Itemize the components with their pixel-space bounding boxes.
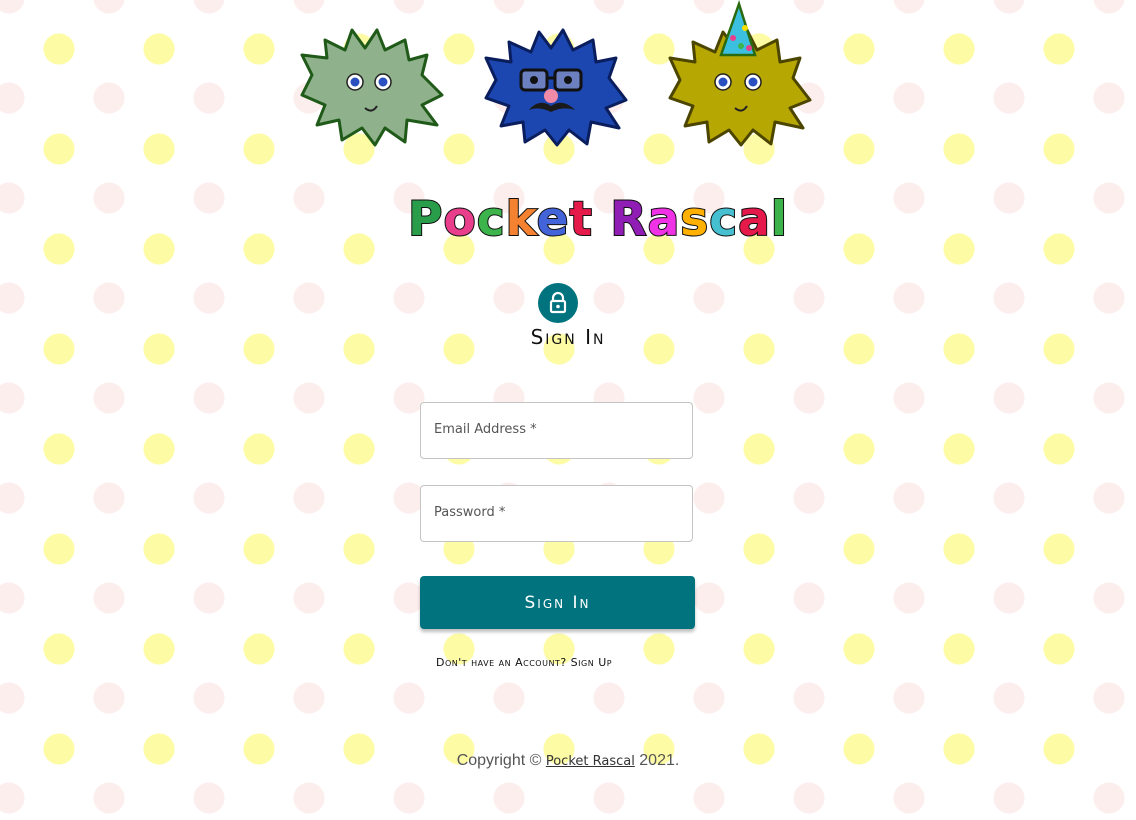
email-field[interactable]: Email Address *: [420, 402, 693, 459]
logo-letter: c: [476, 191, 506, 248]
copyright-suffix: 2021.: [634, 752, 680, 769]
blue-monster-mascot: [481, 0, 631, 150]
copyright-footer: Copyright © Pocket Rascal 2021.: [0, 752, 1136, 770]
lock-icon: [538, 283, 578, 323]
footer-pocket-rascal-link[interactable]: Pocket Rascal: [546, 754, 635, 769]
pocket-rascal-logo: Pocket Rascal: [407, 188, 788, 252]
sign-up-link[interactable]: Don't have an Account? Sign Up: [436, 656, 612, 669]
email-input[interactable]: [421, 403, 692, 458]
logo-letter: c: [708, 191, 739, 248]
logo-letter: [593, 192, 610, 247]
logo-letter: P: [407, 191, 444, 248]
green-monster-mascot: [297, 0, 447, 150]
password-input[interactable]: [421, 486, 692, 541]
logo-letter: R: [609, 191, 648, 248]
sign-in-title: Sign In: [530, 325, 606, 349]
logo-letter: t: [568, 191, 593, 248]
sign-in-button[interactable]: Sign In: [420, 576, 695, 629]
logo-letter: k: [505, 191, 537, 248]
logo-letter: a: [737, 191, 771, 248]
yellow-monster-mascot: [665, 0, 815, 150]
password-field[interactable]: Password *: [420, 485, 693, 542]
logo-letter: o: [442, 191, 477, 248]
logo-letter: a: [647, 191, 681, 248]
logo-letter: s: [679, 191, 710, 248]
logo-letter: l: [770, 191, 788, 248]
logo-letter: e: [536, 191, 570, 248]
copyright-prefix: Copyright ©: [456, 752, 546, 769]
